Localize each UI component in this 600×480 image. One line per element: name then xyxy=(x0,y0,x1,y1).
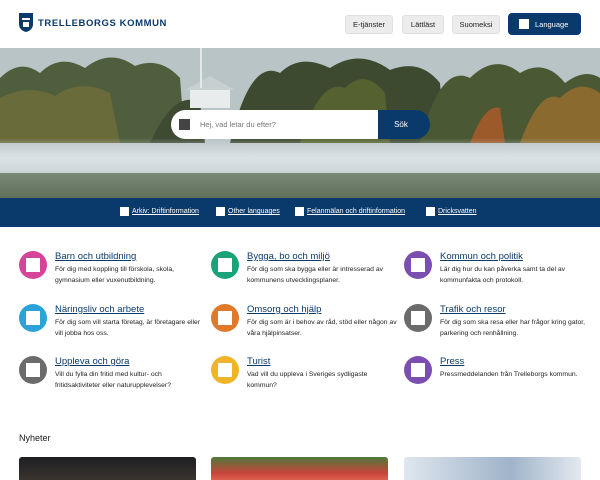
category-item[interactable]: Näringsliv och arbete För dig som vill st… xyxy=(19,304,204,350)
category-icon xyxy=(19,304,47,332)
category-title[interactable]: Kommun och politik xyxy=(440,251,523,262)
finnish-button[interactable]: Suomeksi xyxy=(452,15,500,34)
quicklink-report[interactable]: Felanmälan och driftinformation xyxy=(295,207,405,216)
category-icon xyxy=(19,251,47,279)
category-item[interactable]: Uppleva och göra Vill du fylla din fritid… xyxy=(19,356,204,402)
category-description: För dig med koppling till förskola, skol… xyxy=(55,266,174,284)
category-description: För dig som är i behov av råd, stöd elle… xyxy=(247,319,397,337)
category-description: För dig som ska resa eller har frågor kr… xyxy=(440,319,586,337)
category-item[interactable]: Press Pressmeddelanden från Trelleborgs k… xyxy=(404,356,589,402)
quicklink-archive[interactable]: Arkiv: Driftinformation xyxy=(120,207,199,216)
link-icon xyxy=(295,207,304,216)
site-logo[interactable]: TRELLEBORGS KOMMUN xyxy=(18,13,167,33)
category-description: För dig som ska bygga eller är intresser… xyxy=(247,266,383,284)
news-card[interactable] xyxy=(19,457,196,480)
link-icon xyxy=(120,207,129,216)
site-header: TRELLEBORGS KOMMUN E-tjänster Lättläst S… xyxy=(0,0,600,48)
quicklink-label: Arkiv: Driftinformation xyxy=(132,208,199,215)
quicklinks-bar: Arkiv: Driftinformation Other languages … xyxy=(0,198,600,227)
link-icon xyxy=(216,207,225,216)
quicklink-drinking-water[interactable]: Dricksvatten xyxy=(426,207,477,216)
news-card[interactable] xyxy=(404,457,581,480)
news-heading: Nyheter xyxy=(19,433,51,443)
search-input[interactable] xyxy=(171,110,378,139)
category-title[interactable]: Uppleva och göra xyxy=(55,356,129,367)
category-title[interactable]: Bygga, bo och miljö xyxy=(247,251,330,262)
category-icon xyxy=(211,356,239,384)
category-icon xyxy=(404,304,432,332)
category-description: Lär dig hur du kan påverka samt ta del a… xyxy=(440,266,566,284)
category-icon xyxy=(211,304,239,332)
category-title[interactable]: Trafik och resor xyxy=(440,304,506,315)
mist-overlay xyxy=(0,138,600,178)
category-icon xyxy=(19,356,47,384)
hero-image: Sök xyxy=(0,48,600,198)
globe-icon xyxy=(519,19,529,29)
category-item[interactable]: Barn och utbildning För dig med koppling … xyxy=(19,251,204,297)
quicklink-label: Dricksvatten xyxy=(438,208,477,215)
category-description: Vill du fylla din fritid med kultur- och… xyxy=(55,371,171,389)
quicklink-label: Other languages xyxy=(228,208,280,215)
category-item[interactable]: Kommun och politik Lär dig hur du kan påv… xyxy=(404,251,589,297)
link-icon xyxy=(426,207,435,216)
e-services-button[interactable]: E-tjänster xyxy=(345,15,393,34)
category-icon xyxy=(404,251,432,279)
category-description: Pressmeddelanden från Trelleborgs kommun… xyxy=(440,371,578,378)
quicklink-other-languages[interactable]: Other languages xyxy=(216,207,280,216)
category-icon xyxy=(404,356,432,384)
category-title[interactable]: Näringsliv och arbete xyxy=(55,304,144,315)
category-description: För dig som vill starta företag, är före… xyxy=(55,319,201,337)
category-icon xyxy=(211,251,239,279)
category-title[interactable]: Turist xyxy=(247,356,270,367)
news-card[interactable] xyxy=(211,457,388,480)
language-label: Language xyxy=(535,19,569,29)
ground xyxy=(0,173,600,198)
category-title[interactable]: Barn och utbildning xyxy=(55,251,136,262)
category-title[interactable]: Press xyxy=(440,356,464,367)
language-button[interactable]: Language xyxy=(508,13,581,35)
category-item[interactable]: Omsorg och hjälp För dig som är i behov a… xyxy=(211,304,397,350)
quicklink-label: Felanmälan och driftinformation xyxy=(307,208,406,215)
category-description: Vad vill du uppleva i Sveriges sydligast… xyxy=(247,371,368,389)
category-item[interactable]: Turist Vad vill du uppleva i Sveriges syd… xyxy=(211,356,396,402)
category-item[interactable]: Bygga, bo och miljö För dig som ska bygga… xyxy=(211,251,396,297)
easy-read-button[interactable]: Lättläst xyxy=(402,15,444,34)
crest-icon xyxy=(19,13,33,32)
category-item[interactable]: Trafik och resor För dig som ska resa ell… xyxy=(404,304,589,350)
category-title[interactable]: Omsorg och hjälp xyxy=(247,304,321,315)
search-button[interactable]: Sök xyxy=(378,110,430,139)
search-icon xyxy=(179,119,190,130)
logo-text: TRELLEBORGS KOMMUN xyxy=(38,17,168,29)
search-bar: Sök xyxy=(171,110,430,139)
